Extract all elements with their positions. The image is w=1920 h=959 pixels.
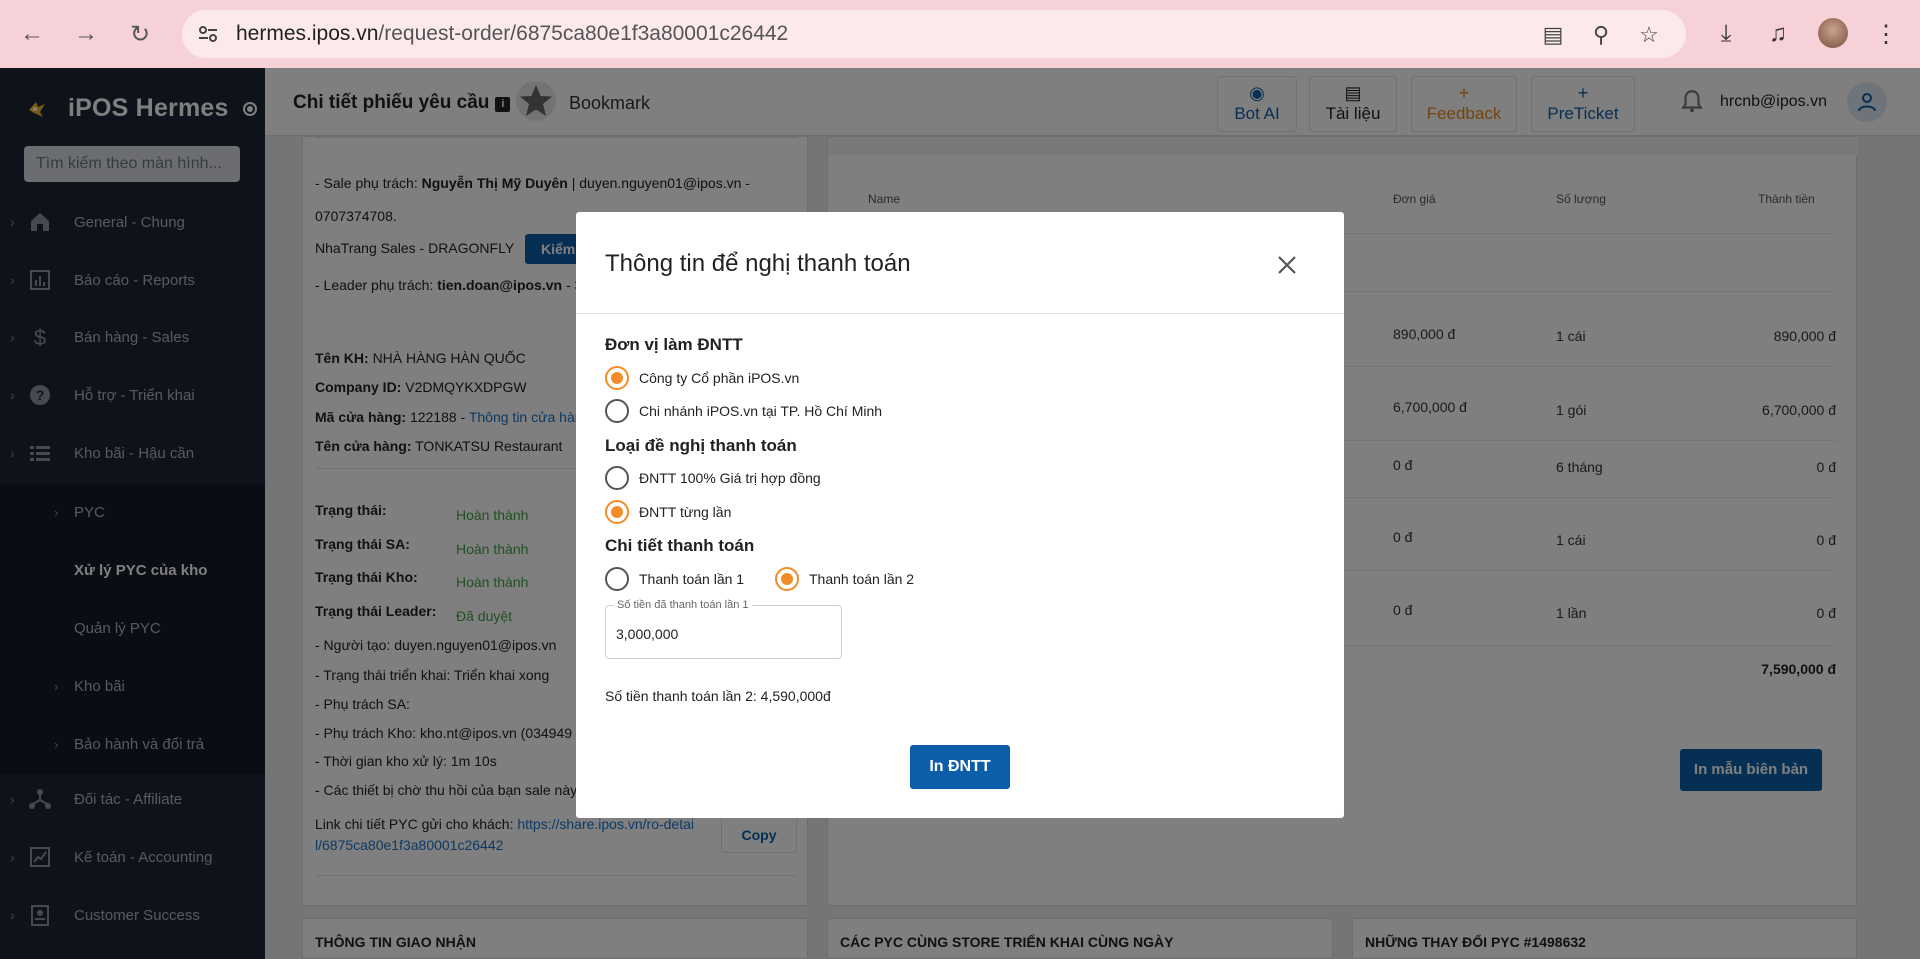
download-icon[interactable]: ⤓ — [1710, 18, 1742, 50]
forward-icon[interactable]: → — [68, 16, 104, 52]
close-icon[interactable] — [1274, 252, 1300, 278]
unit-option-hcm-branch[interactable]: Chi nhánh iPOS.vn tại TP. Hồ Chí Minh — [605, 399, 882, 423]
zoom-icon[interactable]: ⚲ — [1588, 22, 1614, 48]
first-payment-amount-input[interactable] — [616, 626, 826, 642]
first-payment-amount-field[interactable]: Số tiền đã thanh toán lần 1 — [605, 599, 842, 659]
dialog-title: Thông tin để nghị thanh toán — [605, 250, 911, 277]
media-icon[interactable]: ♫ — [1762, 18, 1794, 50]
radio-selected[interactable] — [605, 366, 629, 390]
payment-request-dialog: Thông tin để nghị thanh toán Đơn vị làm … — [576, 212, 1344, 818]
site-settings-icon[interactable] — [196, 22, 220, 46]
reload-icon[interactable]: ↻ — [122, 16, 158, 52]
unit-section-title: Đơn vị làm ĐNTT — [605, 335, 743, 354]
browser-toolbar: ← → ↻ hermes.ipos.vn/request-order/6875c… — [0, 0, 1920, 68]
radio-unselected[interactable] — [605, 466, 629, 490]
radio-selected[interactable] — [775, 567, 799, 591]
address-bar[interactable]: hermes.ipos.vn/request-order/6875ca80e1f… — [182, 10, 1686, 58]
unit-option-ipos-company[interactable]: Công ty Cổ phần iPOS.vn — [605, 366, 799, 390]
url-text: hermes.ipos.vn/request-order/6875ca80e1f… — [236, 22, 789, 45]
dialog-divider — [576, 313, 1344, 314]
radio-unselected[interactable] — [605, 567, 629, 591]
first-payment-amount-label: Số tiền đã thanh toán lần 1 — [614, 599, 752, 611]
payment-installment-2[interactable]: Thanh toán lần 2 — [775, 567, 914, 591]
print-payment-request-button[interactable]: In ĐNTT — [910, 745, 1010, 789]
detail-section-title: Chi tiết thanh toán — [605, 536, 755, 555]
star-icon[interactable]: ☆ — [1636, 22, 1662, 48]
back-icon[interactable]: ← — [14, 16, 50, 52]
payment-installment-1[interactable]: Thanh toán lần 1 — [605, 567, 744, 591]
radio-unselected[interactable] — [605, 399, 629, 423]
profile-avatar[interactable] — [1818, 18, 1848, 48]
radio-selected[interactable] — [605, 500, 629, 524]
second-payment-amount: Số tiền thanh toán lần 2: 4,590,000đ — [605, 688, 831, 704]
menu-icon[interactable]: ⋮ — [1870, 18, 1902, 50]
type-option-full-contract[interactable]: ĐNTT 100% Giá trị hợp đồng — [605, 466, 821, 490]
install-app-icon[interactable]: ▤ — [1540, 22, 1566, 48]
type-section-title: Loại đề nghị thanh toán — [605, 436, 797, 455]
type-option-per-installment[interactable]: ĐNTT từng lần — [605, 500, 731, 524]
